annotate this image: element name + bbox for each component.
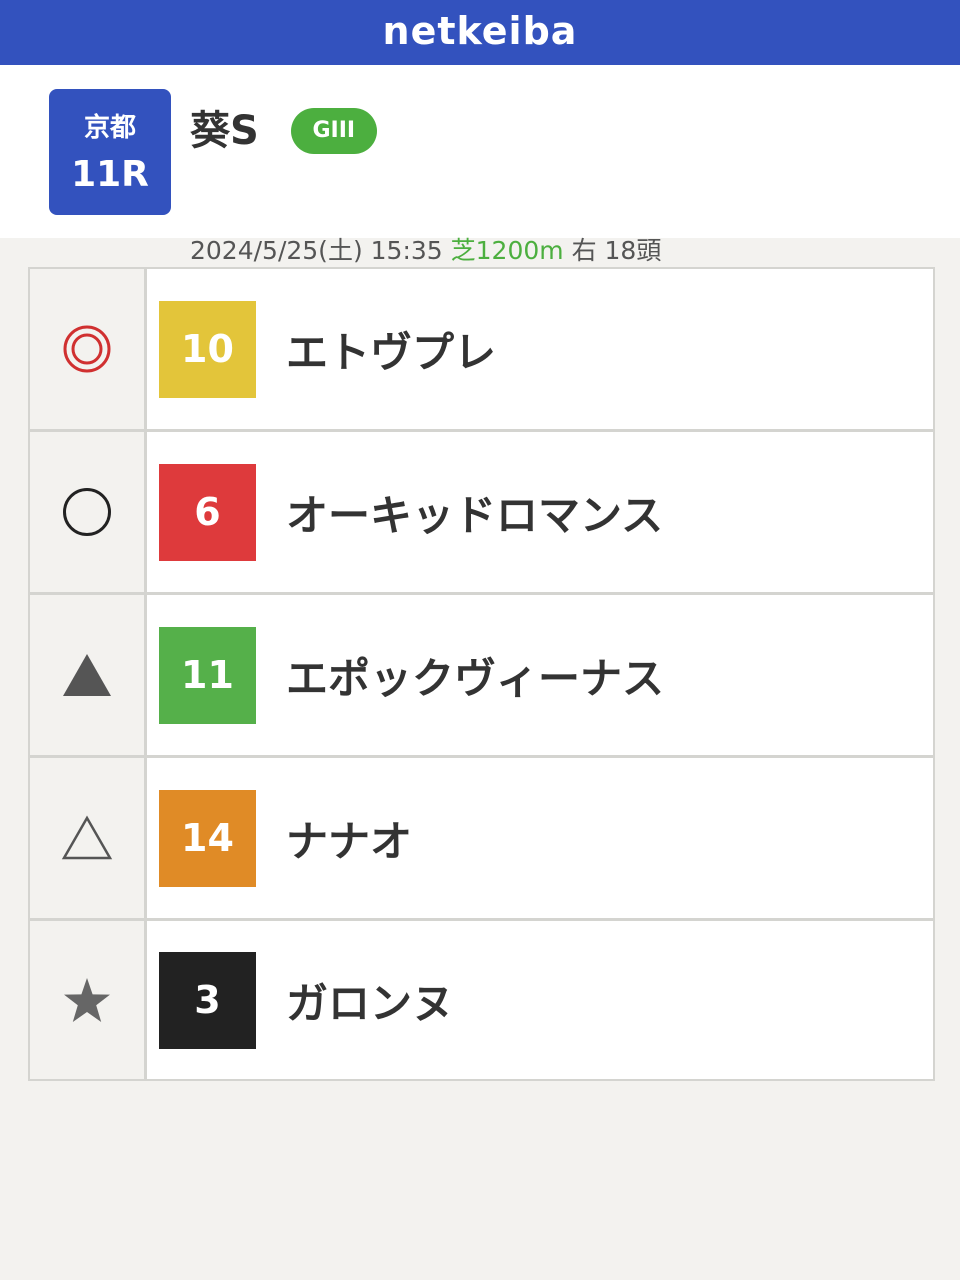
circle-icon	[63, 488, 111, 536]
star-icon	[64, 978, 110, 1022]
open-triangle-icon	[61, 815, 113, 860]
horse-number-box: 11	[159, 626, 256, 724]
mark-cell	[30, 595, 147, 755]
prediction-row[interactable]: 6 オーキッドロマンス	[30, 432, 933, 595]
horse-number-box: 14	[159, 789, 256, 887]
entry-cell: 6 オーキッドロマンス	[147, 432, 933, 592]
race-number: 11R	[71, 154, 149, 195]
horse-number: 10	[181, 327, 234, 371]
filled-triangle-icon	[63, 654, 111, 696]
horse-number-box: 10	[159, 300, 256, 398]
double-circle-icon	[63, 325, 111, 373]
entry-cell: 11 エポックヴィーナス	[147, 595, 933, 755]
netkeiba-logo[interactable]: netkeiba	[383, 12, 578, 50]
horse-number-box: 3	[159, 951, 256, 1049]
mark-cell	[30, 758, 147, 918]
entry-cell: 3 ガロンヌ	[147, 921, 933, 1079]
horse-name[interactable]: ナナオ	[286, 808, 412, 869]
race-datetime: 2024/5/25(土) 15:35	[190, 236, 443, 265]
mark-cell	[30, 269, 147, 429]
race-header: 京都 11R 葵S GIII 2024/5/25(土) 15:35 芝1200m…	[0, 65, 960, 263]
mark-cell	[30, 432, 147, 592]
horse-number: 14	[181, 816, 234, 860]
horse-name[interactable]: ガロンヌ	[286, 970, 454, 1031]
horse-number: 3	[194, 978, 221, 1022]
horse-name[interactable]: エポックヴィーナス	[286, 645, 664, 706]
prediction-row[interactable]: 11 エポックヴィーナス	[30, 595, 933, 758]
race-surface-distance: 芝1200m	[450, 236, 564, 265]
entry-cell: 14 ナナオ	[147, 758, 933, 918]
prediction-row[interactable]: 14 ナナオ	[30, 758, 933, 921]
horse-name[interactable]: エトヴプレ	[286, 319, 496, 380]
race-direction-runners: 右 18頭	[571, 236, 662, 265]
race-info: 2024/5/25(土) 15:35 芝1200m 右 18頭	[190, 238, 661, 263]
horse-number-box: 6	[159, 463, 256, 561]
prediction-row[interactable]: 10 エトヴプレ	[30, 269, 933, 432]
venue-name: 京都	[83, 113, 136, 143]
top-bar: netkeiba	[0, 0, 960, 65]
prediction-list: 10 エトヴプレ 6 オーキッドロマンス 11 エポックヴィーナス 14 ナナオ…	[28, 267, 935, 1081]
race-name: 葵S	[190, 108, 259, 154]
prediction-row[interactable]: 3 ガロンヌ	[30, 921, 933, 1079]
grade-badge: GIII	[290, 108, 377, 154]
race-title-row: 葵S GIII	[190, 103, 377, 159]
entry-cell: 10 エトヴプレ	[147, 269, 933, 429]
horse-number: 6	[194, 490, 221, 534]
horse-number: 11	[181, 653, 234, 697]
mark-cell	[30, 921, 147, 1079]
venue-badge: 京都 11R	[49, 89, 171, 215]
horse-name[interactable]: オーキッドロマンス	[286, 482, 663, 543]
